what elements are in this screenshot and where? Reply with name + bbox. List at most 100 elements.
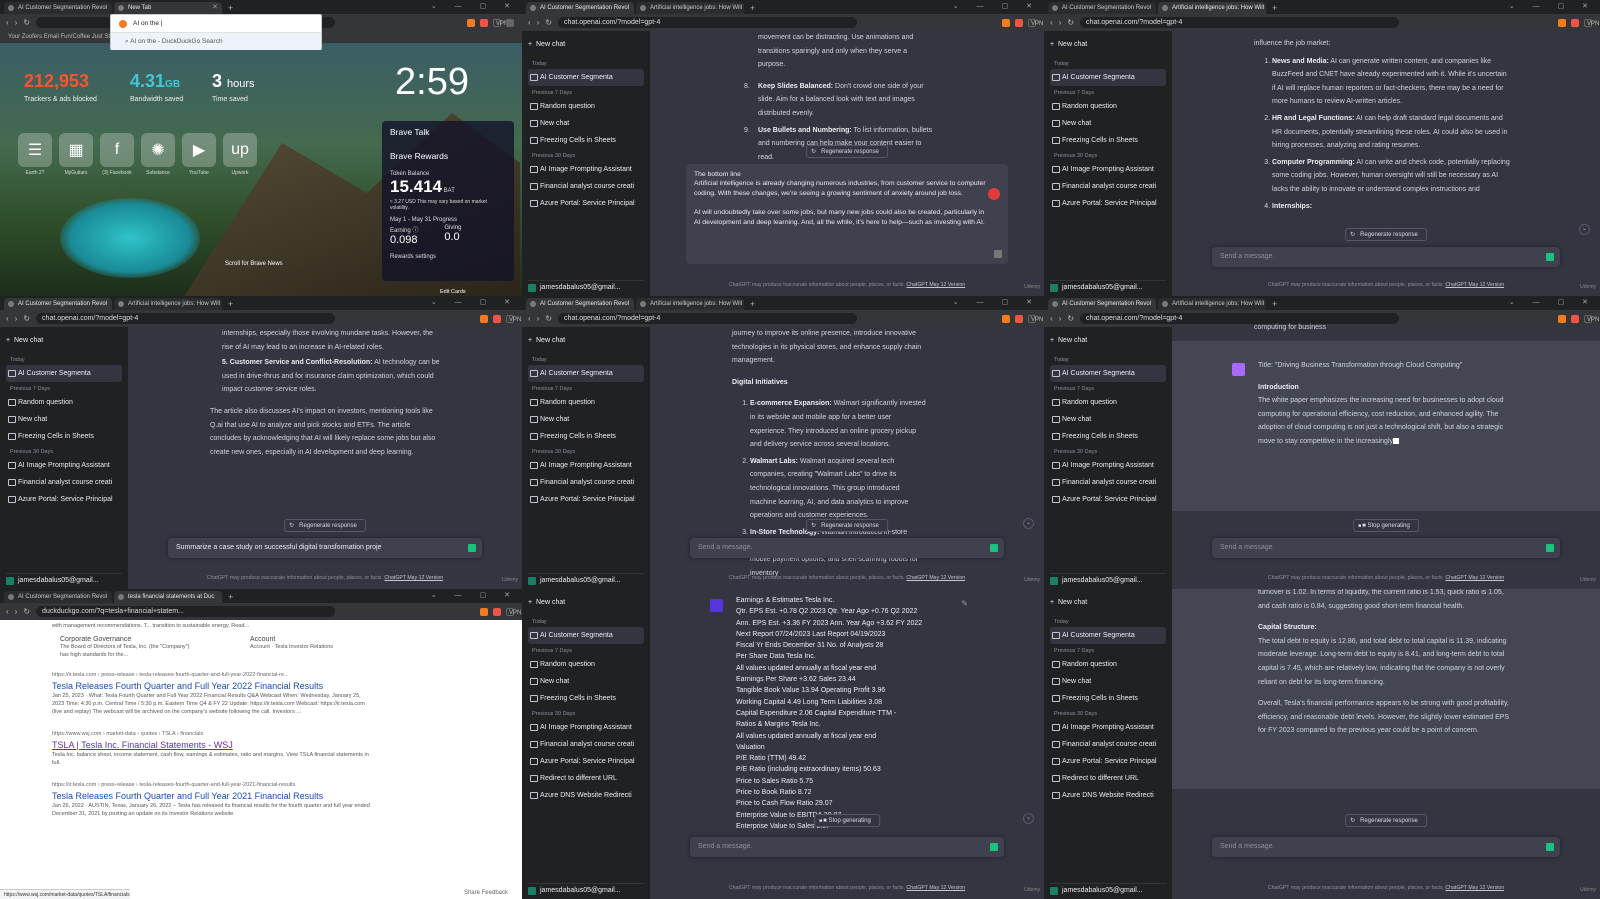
sidebar-item[interactable]: Financial analyst course creati bbox=[528, 736, 644, 753]
top-site-tile[interactable]: ✺ Substance bbox=[141, 133, 175, 176]
sidebar-item[interactable]: Financial analyst course creati bbox=[528, 474, 644, 491]
tab-article[interactable]: Artificial intelligence jobs: How Will I… bbox=[636, 298, 744, 310]
rewards-icon[interactable] bbox=[480, 18, 488, 27]
sidebar-item[interactable]: AI Image Prompting Assistant bbox=[1050, 161, 1166, 178]
user-account[interactable]: jamesdabalus05@gmail... bbox=[6, 573, 122, 587]
user-account[interactable]: jamesdabalus05@gmail... bbox=[528, 280, 644, 294]
vpn-icon[interactable]: VPN bbox=[1028, 314, 1043, 323]
omnibox-input[interactable]: AI on the | bbox=[111, 15, 321, 33]
regenerate-button[interactable]: Regenerate response bbox=[806, 145, 888, 159]
sidebar-item[interactable]: New chat bbox=[1050, 673, 1166, 690]
window-controls[interactable]: ⌄ — ▢ ✕ bbox=[953, 296, 1040, 310]
sidebar-item[interactable]: Financial analyst course creati bbox=[1050, 474, 1166, 491]
sitelink-account[interactable]: Account Account · Tesla Investor Relation… bbox=[250, 636, 333, 659]
sidebar-item[interactable]: Azure Portal: Service Principal bbox=[1050, 195, 1166, 212]
sidebar-item[interactable]: Freezing Cells in Sheets bbox=[528, 132, 644, 149]
vpn-icon[interactable]: VPN bbox=[506, 314, 521, 323]
new-chat-button[interactable]: New chat bbox=[1050, 333, 1166, 349]
sidebar-item[interactable]: Financial analyst course creati bbox=[528, 178, 644, 195]
scroll-down-icon[interactable]: ⌄ bbox=[1579, 224, 1590, 235]
sidebar-item[interactable]: Financial analyst course creati bbox=[1050, 178, 1166, 195]
reload-icon[interactable]: ↻ bbox=[545, 314, 552, 323]
sidebar-item[interactable]: Freezing Cells in Sheets bbox=[528, 690, 644, 707]
sidebar-item[interactable]: New chat bbox=[1050, 115, 1166, 132]
message-input[interactable]: Send a message. bbox=[1212, 538, 1560, 558]
new-tab-icon[interactable]: + bbox=[224, 591, 237, 603]
top-site-tile[interactable]: ▦ MyGuitars bbox=[59, 133, 93, 176]
tab-article[interactable]: Artificial intelligence jobs: How Will I… bbox=[1158, 2, 1266, 14]
forward-icon[interactable]: › bbox=[15, 18, 18, 27]
new-tab-icon[interactable]: + bbox=[1268, 2, 1281, 14]
sidebar-item[interactable]: Azure Portal: Service Principal bbox=[528, 195, 644, 212]
result-url[interactable]: https://www.wsj.com › market-data › quot… bbox=[52, 730, 372, 739]
sidebar-item[interactable]: New chat bbox=[528, 115, 644, 132]
new-chat-button[interactable]: New chat bbox=[6, 333, 122, 349]
result-title[interactable]: Tesla Releases Fourth Quarter and Full Y… bbox=[52, 790, 372, 802]
result-url[interactable]: https://ir.tesla.com › press-release › t… bbox=[52, 671, 372, 680]
new-chat-button[interactable]: New chat bbox=[528, 333, 644, 349]
version-link[interactable]: ChatGPT May 12 Version bbox=[1445, 282, 1504, 288]
brave-rewards-widget[interactable]: Brave Talk Brave Rewards Token Balance 1… bbox=[382, 121, 514, 281]
regenerate-button[interactable]: Regenerate response bbox=[284, 519, 366, 533]
sitelink-governance[interactable]: Corporate Governance The Board of Directo… bbox=[60, 636, 190, 659]
brave-talk-title[interactable]: Brave Talk bbox=[390, 127, 506, 137]
tab-chat[interactable]: AI Customer Segmentation Revol bbox=[526, 298, 634, 310]
tab-new-tab[interactable]: New Tab ✕ bbox=[114, 2, 222, 14]
top-site-tile[interactable]: ☰ Earth 2? bbox=[18, 133, 52, 176]
send-icon[interactable] bbox=[990, 544, 998, 552]
back-icon[interactable]: ‹ bbox=[6, 314, 9, 323]
forward-icon[interactable]: › bbox=[15, 314, 18, 323]
scroll-down-icon[interactable]: ⌄ bbox=[1023, 518, 1034, 529]
edit-cards-button[interactable]: Edit Cards bbox=[440, 289, 466, 295]
sidebar-item[interactable]: Azure Portal: Service Principal bbox=[528, 491, 644, 508]
forward-icon[interactable]: › bbox=[1059, 314, 1062, 323]
regenerate-button[interactable]: Regenerate response bbox=[1345, 814, 1427, 828]
vpn-icon[interactable]: VPN bbox=[506, 607, 521, 616]
brave-news-hint[interactable]: Scroll for Brave News bbox=[225, 261, 283, 267]
sidebar-item-selected[interactable]: AI Customer Segmenta bbox=[528, 69, 644, 86]
url-input[interactable]: chat.openai.com/?model=gpt-4 bbox=[1080, 17, 1400, 28]
sidebar-item[interactable]: Azure Portal: Service Principal bbox=[528, 753, 644, 770]
vpn-icon[interactable]: VPN bbox=[493, 18, 508, 27]
brave-shield-icon[interactable] bbox=[467, 18, 475, 27]
reload-icon[interactable]: ↻ bbox=[23, 314, 30, 323]
sidebar-item-selected[interactable]: AI Customer Segmenta bbox=[528, 365, 644, 382]
share-feedback-button[interactable]: Share Feedback bbox=[464, 890, 508, 896]
vpn-icon[interactable]: VPN bbox=[1584, 314, 1599, 323]
send-icon[interactable] bbox=[990, 843, 998, 851]
sidebar-item[interactable]: Random question bbox=[1050, 98, 1166, 115]
stop-generating-button[interactable]: ■ Stop generating bbox=[814, 814, 880, 828]
forward-icon[interactable]: › bbox=[537, 18, 540, 27]
message-input[interactable]: Summarize a case study on successful dig… bbox=[168, 538, 482, 558]
sidebar-item[interactable]: Financial analyst course creati bbox=[6, 474, 122, 491]
window-controls[interactable]: ⌄ — ▢ ✕ bbox=[1509, 0, 1596, 14]
user-account[interactable]: jamesdabalus05@gmail... bbox=[1050, 883, 1166, 897]
top-site-tile[interactable]: f (3) Facebook bbox=[100, 133, 134, 176]
brave-shield-icon[interactable] bbox=[1002, 314, 1010, 323]
sidebar-item[interactable]: Random question bbox=[1050, 656, 1166, 673]
regenerate-button[interactable]: Regenerate response bbox=[806, 519, 888, 533]
sidebar-item[interactable]: Azure Portal: Service Principal bbox=[6, 491, 122, 508]
window-controls[interactable]: ⌄ — ▢ ✕ bbox=[431, 0, 518, 14]
sidebar-item[interactable]: Random question bbox=[6, 394, 122, 411]
url-input[interactable]: duckduckgo.com/?q=tesla+financial+statem… bbox=[36, 606, 336, 617]
new-chat-button[interactable]: New chat bbox=[1050, 37, 1166, 53]
message-input[interactable]: Send a message. bbox=[1212, 247, 1560, 267]
close-icon[interactable]: ✕ bbox=[212, 2, 218, 14]
forward-icon[interactable]: › bbox=[1059, 18, 1062, 27]
window-controls[interactable]: ⌄ — ▢ ✕ bbox=[431, 589, 518, 603]
user-account[interactable]: jamesdabalus05@gmail... bbox=[1050, 573, 1166, 587]
user-account[interactable]: jamesdabalus05@gmail... bbox=[528, 883, 644, 897]
reload-icon[interactable]: ↻ bbox=[545, 18, 552, 27]
rewards-icon[interactable] bbox=[1015, 18, 1023, 27]
reload-icon[interactable]: ↻ bbox=[23, 18, 30, 27]
back-icon[interactable]: ‹ bbox=[6, 607, 9, 616]
stop-generating-button[interactable]: ■ Stop generating bbox=[1353, 519, 1419, 533]
sidebar-item[interactable]: New chat bbox=[6, 411, 122, 428]
forward-icon[interactable]: › bbox=[15, 607, 18, 616]
new-tab-icon[interactable]: + bbox=[746, 298, 759, 310]
sitelink-title[interactable]: Account bbox=[250, 636, 333, 643]
result-url[interactable]: https://ir.tesla.com › press-release › t… bbox=[52, 781, 372, 790]
new-chat-button[interactable]: New chat bbox=[528, 37, 644, 53]
url-input[interactable]: chat.openai.com/?model=gpt-4 bbox=[36, 313, 336, 324]
